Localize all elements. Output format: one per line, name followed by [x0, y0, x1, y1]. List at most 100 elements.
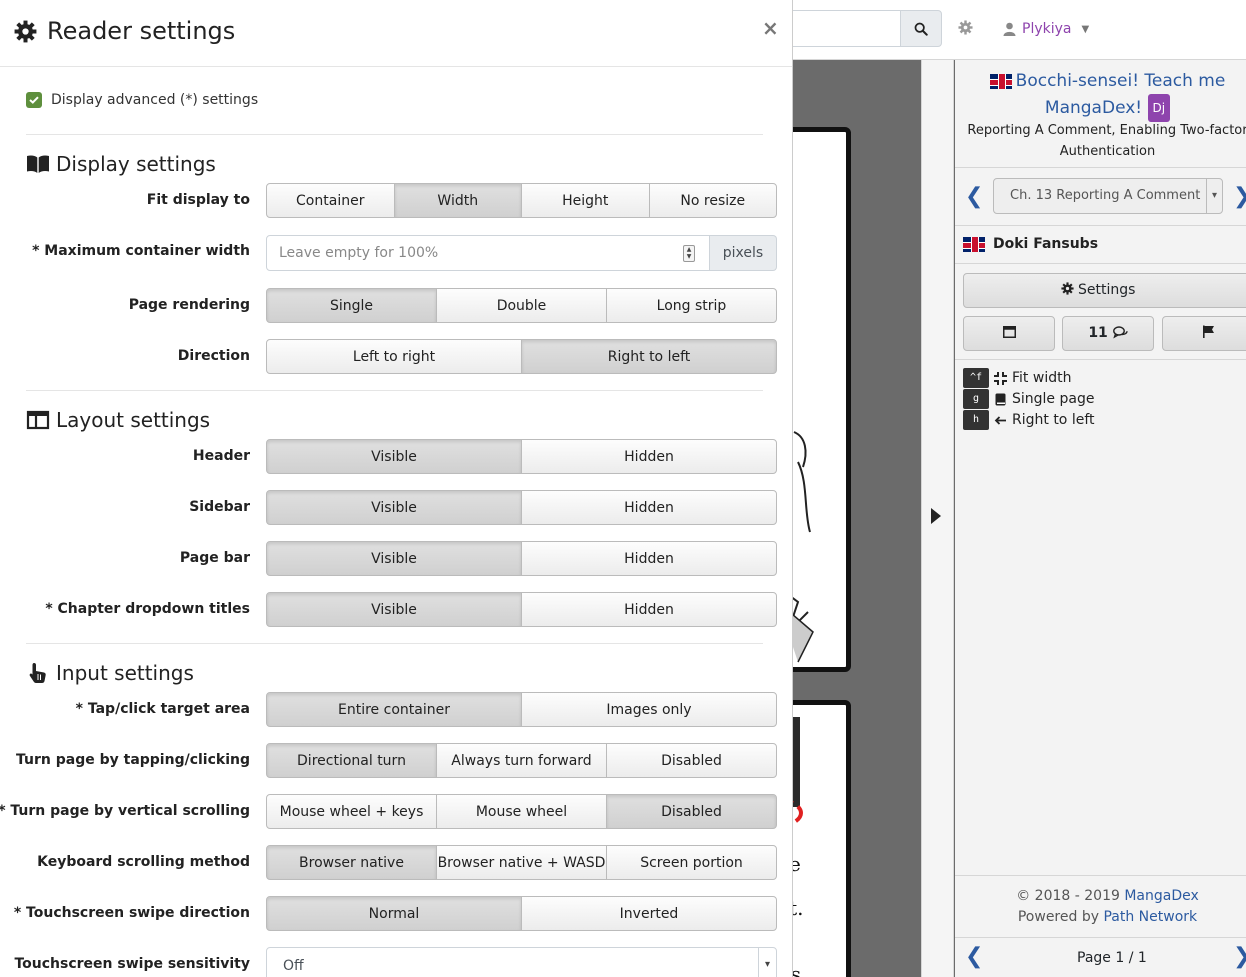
turn-tap-disabled-button[interactable]: Disabled [606, 743, 777, 778]
search-input[interactable] [793, 10, 901, 47]
next-page-icon[interactable]: ❯ [1233, 944, 1246, 969]
manga-artwork [793, 431, 814, 663]
section-title-text: Display settings [56, 152, 216, 176]
comments-count: 11 [1088, 325, 1108, 341]
prev-page-icon[interactable]: ❮ [965, 944, 983, 969]
direction-rtl-button[interactable]: Right to left [521, 339, 777, 374]
turn-scroll-group: Mouse wheel + keys Mouse wheel Disabled [266, 794, 777, 829]
chapter-titles-visible-button[interactable]: Visible [266, 592, 522, 627]
gear-icon [958, 20, 973, 35]
header-group: Visible Hidden [266, 439, 777, 474]
direction-label: Direction [177, 348, 250, 364]
site-link[interactable]: MangaDex [1124, 888, 1198, 904]
turn-directional-button[interactable]: Directional turn [266, 743, 437, 778]
chapter-titles-hidden-button[interactable]: Hidden [521, 592, 777, 627]
group-link[interactable]: Doki Fansubs [963, 236, 1098, 252]
shortcut-hint: g Single page [963, 389, 1094, 409]
checkbox-checked-icon[interactable] [26, 92, 42, 108]
site-settings-button[interactable] [958, 20, 973, 39]
tap-area-label: * Tap/click target area [75, 701, 250, 717]
swipe-sensitivity-select[interactable]: Off ▾ [266, 947, 777, 977]
tap-area-group: Entire container Images only [266, 692, 777, 727]
divider [955, 167, 1246, 168]
page-bar-label: Page bar [179, 550, 250, 566]
advanced-settings-toggle[interactable]: Display advanced (*) settings [26, 92, 258, 108]
network-link[interactable]: Path Network [1103, 909, 1197, 925]
kb-scroll-group: Browser native Browser native + WASD Scr… [266, 845, 777, 880]
book-open-icon [27, 155, 49, 173]
powered-by-text: Powered by [1017, 909, 1100, 925]
arrow-left-icon [994, 415, 1006, 425]
kb-browser-native-button[interactable]: Browser native [266, 845, 437, 880]
settings-button[interactable]: Settings [963, 273, 1246, 308]
fit-container-button[interactable]: Container [266, 183, 395, 218]
header-label: Header [192, 448, 250, 464]
scroll-wheel-button[interactable]: Mouse wheel [436, 794, 607, 829]
turn-always-forward-button[interactable]: Always turn forward [436, 743, 607, 778]
page-bar-group: Visible Hidden [266, 541, 777, 576]
section-display-settings: Display settings [26, 152, 216, 176]
shortcut-label: Single page [1012, 391, 1095, 407]
number-spinner[interactable]: ▲ ▼ [683, 245, 695, 262]
swipe-sensitivity-value: Off [283, 958, 304, 974]
toggle-header-button[interactable] [963, 316, 1055, 351]
section-title-text: Input settings [56, 661, 194, 685]
tap-entire-container-button[interactable]: Entire container [266, 692, 522, 727]
scroll-wheel-keys-button[interactable]: Mouse wheel + keys [266, 794, 437, 829]
report-button[interactable] [1162, 316, 1246, 351]
hand-pointer-icon [29, 663, 46, 683]
max-width-input-group: Leave empty for 100% ▲ ▼ pixels [266, 235, 777, 271]
max-width-label: * Maximum container width [32, 243, 250, 259]
sidebar-toggle[interactable] [921, 60, 954, 977]
sidebar-hidden-button[interactable]: Hidden [521, 490, 777, 525]
page-rendering-label: Page rendering [128, 297, 250, 313]
rendering-single-button[interactable]: Single [266, 288, 437, 323]
header-visible-button[interactable]: Visible [266, 439, 522, 474]
rendering-double-button[interactable]: Double [436, 288, 607, 323]
swipe-sensitivity-label: Touchscreen swipe sensitivity [14, 956, 250, 972]
close-button[interactable]: × [762, 16, 779, 40]
turn-tap-label: Turn page by tapping/clicking [16, 752, 250, 768]
rendering-long-strip-button[interactable]: Long strip [606, 288, 777, 323]
swipe-inverted-button[interactable]: Inverted [521, 896, 777, 931]
search-button[interactable] [900, 10, 942, 47]
max-width-input[interactable]: Leave empty for 100% ▲ ▼ [266, 235, 710, 271]
settings-label: Settings [1078, 282, 1136, 298]
manga-page: ome nat d at. ut ents [793, 700, 851, 977]
fit-height-button[interactable]: Height [521, 183, 650, 218]
prev-chapter-icon[interactable]: ❮ [965, 184, 983, 209]
chapter-titles-label: * Chapter dropdown titles [45, 601, 250, 617]
reader-settings-modal: Reader settings × Display advanced (*) s… [0, 0, 793, 977]
chapter-titles-group: Visible Hidden [266, 592, 777, 627]
swipe-normal-button[interactable]: Normal [266, 896, 522, 931]
fit-display-group: Container Width Height No resize [266, 183, 777, 218]
manga-title[interactable]: Bocchi-sensei! Teach me MangaDex! Dj [955, 68, 1246, 122]
direction-ltr-button[interactable]: Left to right [266, 339, 522, 374]
page-bar-hidden-button[interactable]: Hidden [521, 541, 777, 576]
chapter-dropdown[interactable]: Ch. 13 Reporting A Comment ▾ [993, 178, 1223, 214]
columns-icon [26, 410, 50, 430]
search-icon [914, 22, 928, 36]
fit-width-button[interactable]: Width [393, 183, 522, 218]
sidebar-visible-button[interactable]: Visible [266, 490, 522, 525]
header-hidden-button[interactable]: Hidden [521, 439, 777, 474]
tap-images-only-button[interactable]: Images only [521, 692, 777, 727]
reader-pages[interactable]: ome nat d at. ut ents [793, 60, 921, 977]
doujinshi-badge: Dj [1147, 94, 1171, 122]
turn-scroll-label: * Turn page by vertical scrolling [0, 803, 250, 819]
page-bar-visible-button[interactable]: Visible [266, 541, 522, 576]
max-width-placeholder: Leave empty for 100% [279, 245, 439, 261]
scroll-disabled-button[interactable]: Disabled [606, 794, 777, 829]
kb-browser-native-wasd-button[interactable]: Browser native + WASD [436, 845, 607, 880]
user-menu[interactable]: Plykiya ▼ [1003, 21, 1089, 37]
swipe-direction-group: Normal Inverted [266, 896, 777, 931]
advanced-settings-label: Display advanced (*) settings [51, 92, 259, 108]
no-resize-button[interactable]: No resize [648, 183, 777, 218]
swipe-direction-label: * Touchscreen swipe direction [13, 905, 250, 921]
comments-button[interactable]: 11 [1062, 316, 1154, 351]
page-bar: ❮ Page 1 / 1 ❯ [955, 937, 1246, 977]
next-chapter-icon[interactable]: ❯ [1233, 184, 1246, 209]
gear-icon [14, 20, 37, 42]
kb-screen-portion-button[interactable]: Screen portion [606, 845, 777, 880]
chevron-down-icon: ▾ [758, 948, 776, 977]
